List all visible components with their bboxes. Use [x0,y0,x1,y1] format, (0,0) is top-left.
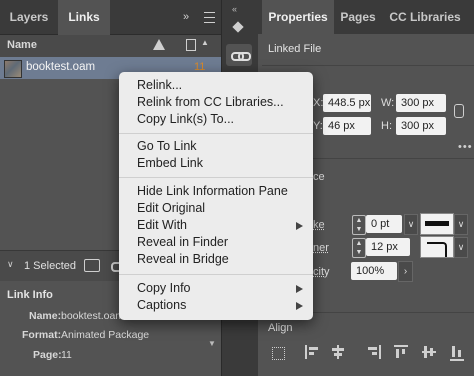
menu-separator [119,274,313,275]
links-chain-icon[interactable] [226,44,252,66]
h-label: H: [381,120,392,132]
menu-edit-original[interactable]: Edit Original [137,200,205,217]
menu-separator [119,177,313,178]
submenu-arrow-icon [296,285,303,293]
info-name-value: booktest.oam [61,310,125,322]
corner-label[interactable]: ner [313,242,329,254]
link-info-title: Link Info [7,289,53,301]
strip-collapse-icon[interactable]: « [232,4,237,14]
menu-embed-link[interactable]: Embed Link [137,155,203,172]
more-options-icon[interactable]: ••• [458,141,473,153]
align-vertical-centers-icon[interactable] [422,345,436,359]
align-bottom-edges-icon[interactable] [450,345,464,361]
menu-reveal-in-finder[interactable]: Reveal in Finder [137,234,228,251]
relink-cc-icon[interactable] [84,259,100,272]
panel-menu-icon[interactable] [204,12,215,23]
tab-layers[interactable]: Layers [0,0,58,34]
page-column-icon[interactable] [186,39,196,51]
constrain-proportions-icon[interactable] [454,104,464,118]
links-context-menu: Relink... Relink from CC Libraries... Co… [119,72,313,320]
tab-properties[interactable]: Properties [262,0,334,35]
align-top-edges-icon[interactable] [394,345,408,361]
info-format-label: Format: [22,329,62,341]
align-right-edges-icon[interactable] [365,345,381,359]
align-to-selection-icon[interactable] [272,347,285,360]
stroke-weight-dropdown-icon[interactable]: ∨ [404,214,418,235]
stroke-weight-stepper-icon[interactable]: ▲ ▼ [352,215,366,235]
h-field[interactable]: 300 px [396,117,446,135]
opacity-field[interactable]: 100% [351,262,397,280]
link-name: booktest.oam [26,61,96,73]
align-horizontal-centers-icon[interactable] [331,345,345,359]
link-thumbnail [4,60,22,78]
menu-hide-link-information-pane[interactable]: Hide Link Information Pane [137,183,288,200]
stroke-weight-field[interactable]: 0 pt [366,215,402,233]
selected-count: 1 Selected [24,260,76,272]
info-scroll-down-icon[interactable]: ▼ [208,339,216,348]
menu-relink[interactable]: Relink... [137,77,182,94]
sort-chevron-icon[interactable]: ▲ [201,38,209,47]
linked-file-title: Linked File [268,43,322,55]
corner-size-field[interactable]: 12 px [366,238,410,256]
section-divider [262,65,474,66]
submenu-arrow-icon [296,222,303,230]
tab-links[interactable]: Links [58,0,110,35]
info-format-value: Animated Package [61,329,150,341]
y-field[interactable]: 46 px [323,117,371,135]
corner-stepper-icon[interactable]: ▲ ▼ [352,238,366,258]
links-column-header: Name ▲ [0,35,221,58]
align-title: Align [268,322,293,334]
menu-relink-from-cc-libraries[interactable]: Relink from CC Libraries... [137,94,284,111]
corner-shape-swatch[interactable] [420,236,454,258]
opacity-label[interactable]: city [313,266,330,278]
column-name-label: Name [7,39,37,51]
layers-stack-icon[interactable] [231,21,247,36]
menu-separator [119,133,313,134]
menu-reveal-in-bridge[interactable]: Reveal in Bridge [137,251,229,268]
corner-shape-dropdown-icon[interactable]: ∨ [454,237,468,258]
w-field[interactable]: 300 px [396,94,446,112]
y-label: Y: [313,120,323,132]
x-label: X: [313,97,324,109]
info-toggle-chevron-icon[interactable]: ∨ [7,259,14,270]
panel-collapse-icon[interactable]: » [183,11,189,23]
menu-go-to-link[interactable]: Go To Link [137,138,197,155]
stroke-type-dropdown-icon[interactable]: ∨ [454,214,468,235]
info-name-label: Name: [29,310,62,322]
menu-copy-links-to[interactable]: Copy Link(s) To... [137,111,234,128]
tab-cc-libraries[interactable]: CC Libraries [384,0,466,34]
stroke-label[interactable]: ke [313,219,325,231]
menu-edit-with[interactable]: Edit With [137,217,187,234]
menu-copy-info[interactable]: Copy Info [137,280,191,297]
info-page-label: Page: [33,349,62,361]
w-label: W: [381,97,395,109]
stroke-type-swatch[interactable] [420,213,454,235]
menu-captions[interactable]: Captions [137,297,186,314]
info-page-value: 11 [61,349,72,361]
tab-pages[interactable]: Pages [336,0,380,34]
x-field[interactable]: 448.5 px [323,94,371,112]
appearance-title: ce [313,171,325,183]
submenu-arrow-icon [296,302,303,310]
align-left-edges-icon[interactable] [305,345,321,359]
opacity-expand-icon[interactable]: › [398,261,413,282]
warning-column-icon[interactable] [153,39,165,50]
